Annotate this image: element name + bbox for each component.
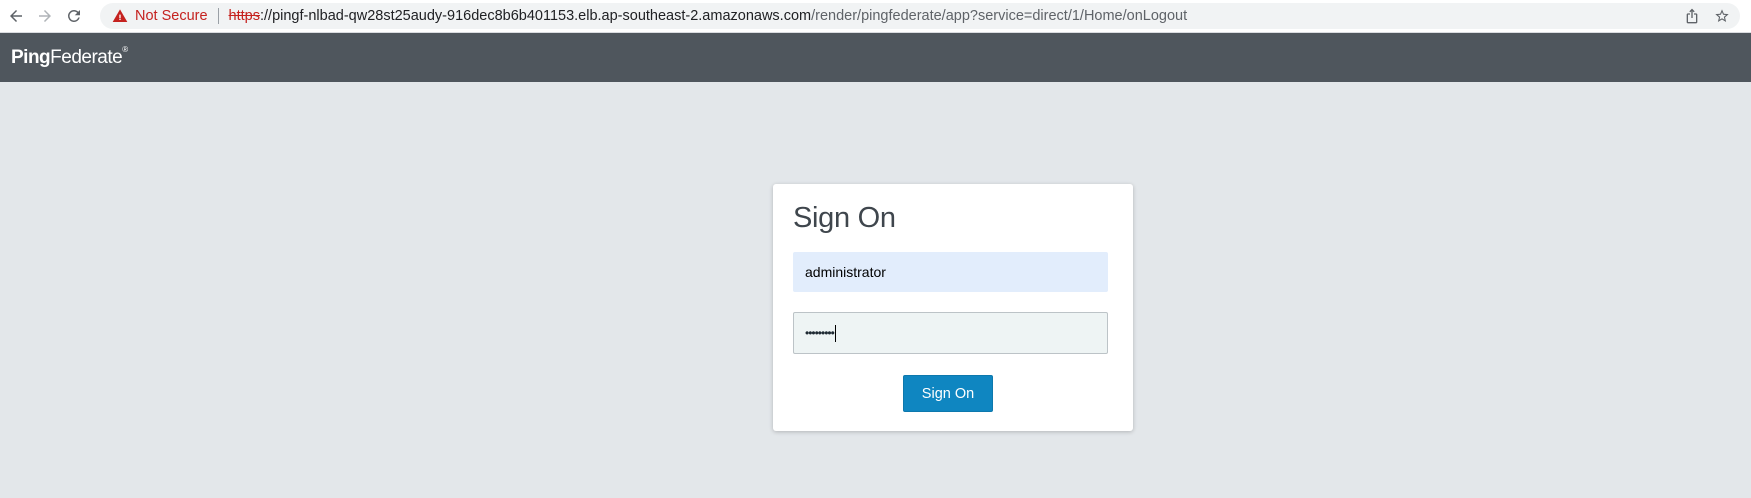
url-scheme: https <box>228 8 260 24</box>
share-icon[interactable] <box>1684 8 1700 24</box>
password-masked-value: ••••••••• <box>805 326 835 340</box>
page-title: Sign On <box>793 202 896 234</box>
omnibox-divider <box>217 8 219 24</box>
logo-text-ping: Ping <box>11 46 51 68</box>
back-button[interactable] <box>3 3 29 29</box>
bookmark-star-icon[interactable] <box>1714 8 1730 24</box>
arrow-left-icon <box>10 10 22 22</box>
logo-text-federate: Federate <box>50 46 123 68</box>
reload-button[interactable] <box>61 3 87 29</box>
address-bar[interactable]: Not Secure https://pingf-nlbad-qw28st25a… <box>100 3 1740 29</box>
url-host: pingf-nlbad-qw28st25audy-916dec8b6b40115… <box>272 8 812 24</box>
forward-button[interactable] <box>32 3 58 29</box>
security-status[interactable]: Not Secure <box>135 8 208 24</box>
pingfederate-logo: PingFederate® <box>11 44 128 69</box>
omnibox-actions <box>1684 3 1730 29</box>
username-input[interactable]: administrator <box>793 252 1108 292</box>
sign-on-card: Sign On administrator ••••••••• Sign On <box>773 184 1133 431</box>
text-cursor <box>834 324 836 342</box>
password-input[interactable]: ••••••••• <box>793 312 1108 354</box>
reload-icon <box>67 9 80 22</box>
browser-toolbar: Not Secure https://pingf-nlbad-qw28st25a… <box>0 0 1751 33</box>
url-separator: :// <box>259 8 273 24</box>
logo-registered-mark: ® <box>122 44 128 54</box>
sign-on-button[interactable]: Sign On <box>903 375 993 412</box>
arrow-right-icon <box>39 10 51 22</box>
warning-triangle-icon <box>112 8 128 24</box>
url-path: /render/pingfederate/app?service=direct/… <box>811 8 1188 24</box>
app-header: PingFederate® <box>0 33 1751 82</box>
username-value: administrator <box>805 264 886 280</box>
